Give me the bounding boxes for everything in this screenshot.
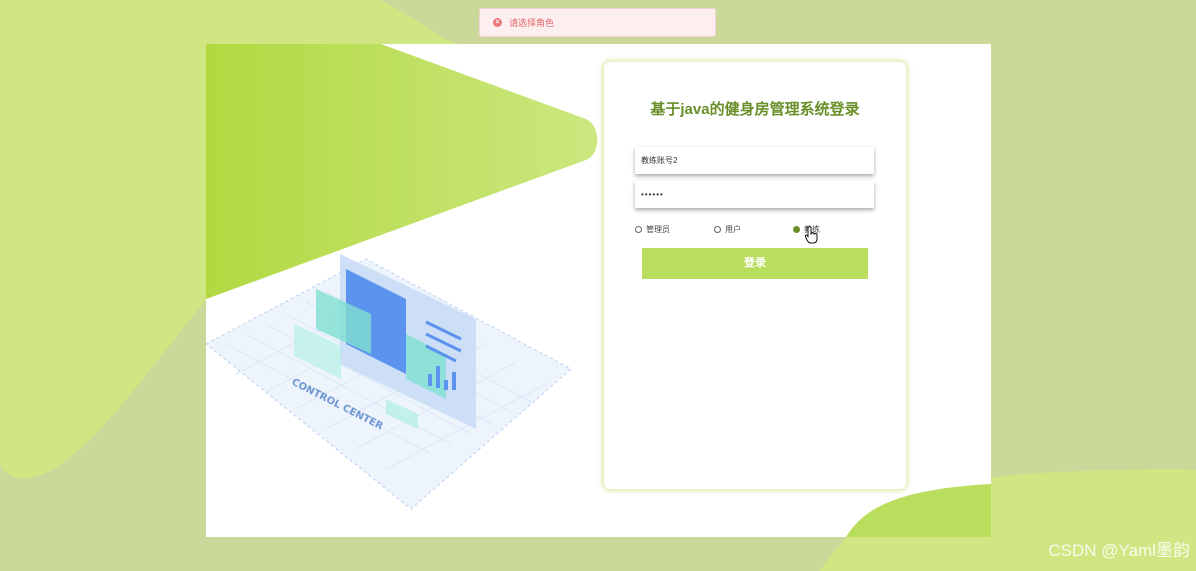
role-label: 管理员 bbox=[646, 225, 670, 234]
toast-message: 请选择角色 bbox=[509, 18, 555, 28]
error-toast: × 请选择角色 bbox=[479, 8, 716, 37]
role-selector: 管理员 用户 教练 bbox=[635, 224, 875, 238]
username-input[interactable]: 教练账号2 bbox=[635, 147, 874, 174]
login-card: 基于java的健身房管理系统登录 教练账号2 •••••• 管理员 用户 教练 … bbox=[604, 62, 906, 489]
radio-selected-icon bbox=[793, 226, 800, 233]
role-label: 用户 bbox=[725, 225, 741, 234]
page-title: 基于java的健身房管理系统登录 bbox=[650, 101, 860, 118]
role-radio-admin[interactable]: 管理员 bbox=[635, 224, 670, 235]
error-icon: × bbox=[493, 18, 502, 27]
password-input[interactable]: •••••• bbox=[635, 181, 874, 208]
radio-icon bbox=[635, 226, 642, 233]
login-button[interactable]: 登录 bbox=[642, 248, 868, 279]
radio-icon bbox=[714, 226, 721, 233]
csdn-watermark: CSDN @Yaml墨韵 bbox=[1048, 541, 1190, 560]
control-center-illustration: CONTROL CENTER bbox=[206, 254, 572, 510]
role-radio-user[interactable]: 用户 bbox=[714, 224, 741, 235]
hand-cursor-icon bbox=[805, 226, 818, 244]
